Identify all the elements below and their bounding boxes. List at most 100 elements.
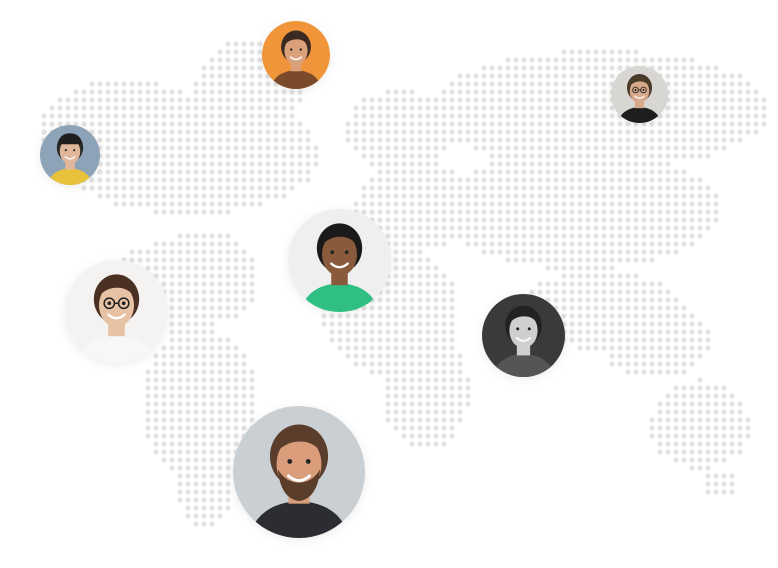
- map-dot: [641, 361, 647, 367]
- map-dot: [681, 393, 687, 399]
- map-dot: [513, 201, 519, 207]
- map-dot: [625, 185, 631, 191]
- map-dot: [713, 113, 719, 119]
- map-dot: [449, 313, 455, 319]
- map-dot: [577, 201, 583, 207]
- map-dot: [537, 145, 543, 151]
- map-dot: [697, 393, 703, 399]
- map-dot: [729, 441, 735, 447]
- map-dot: [681, 177, 687, 183]
- map-dot: [593, 113, 599, 119]
- map-dot: [577, 193, 583, 199]
- map-dot: [681, 457, 687, 463]
- map-dot: [449, 137, 455, 143]
- map-dot: [561, 113, 567, 119]
- map-dot: [641, 177, 647, 183]
- map-dot: [257, 65, 263, 71]
- map-dot: [529, 209, 535, 215]
- map-dot: [401, 89, 407, 95]
- map-dot: [145, 97, 151, 103]
- map-dot: [513, 233, 519, 239]
- map-dot: [457, 73, 463, 79]
- map-dot: [361, 185, 367, 191]
- map-dot: [225, 353, 231, 359]
- map-dot: [521, 105, 527, 111]
- map-dot: [561, 177, 567, 183]
- map-dot: [273, 89, 279, 95]
- map-dot: [673, 313, 679, 319]
- map-dot: [609, 145, 615, 151]
- map-dot: [441, 401, 447, 407]
- map-dot: [585, 225, 591, 231]
- map-dot: [137, 113, 143, 119]
- map-dot: [153, 201, 159, 207]
- map-dot: [689, 353, 695, 359]
- map-dot: [193, 473, 199, 479]
- map-dot: [617, 217, 623, 223]
- map-dot: [169, 113, 175, 119]
- map-dot: [177, 337, 183, 343]
- map-dot: [169, 89, 175, 95]
- map-dot: [449, 113, 455, 119]
- map-dot: [457, 121, 463, 127]
- map-dot: [281, 89, 287, 95]
- map-dot: [233, 273, 239, 279]
- map-dot: [737, 409, 743, 415]
- map-dot: [593, 305, 599, 311]
- map-dot: [217, 281, 223, 287]
- map-dot: [465, 177, 471, 183]
- map-dot: [225, 177, 231, 183]
- map-dot: [225, 497, 231, 503]
- map-dot: [217, 209, 223, 215]
- map-dot: [593, 185, 599, 191]
- map-dot: [249, 129, 255, 135]
- map-dot: [641, 129, 647, 135]
- map-dot: [441, 113, 447, 119]
- map-dot: [433, 273, 439, 279]
- map-dot: [665, 321, 671, 327]
- map-dot: [505, 113, 511, 119]
- map-dot: [385, 137, 391, 143]
- map-dot: [393, 113, 399, 119]
- map-dot: [585, 273, 591, 279]
- map-dot: [193, 113, 199, 119]
- map-dot: [673, 97, 679, 103]
- map-dot: [409, 289, 415, 295]
- map-dot: [697, 153, 703, 159]
- map-dot: [177, 361, 183, 367]
- map-dot: [385, 297, 391, 303]
- map-dot: [633, 241, 639, 247]
- map-dot: [689, 233, 695, 239]
- map-dot: [601, 305, 607, 311]
- map-dot: [585, 137, 591, 143]
- map-dot: [217, 465, 223, 471]
- map-dot: [145, 81, 151, 87]
- map-dot: [169, 313, 175, 319]
- map-dot: [249, 113, 255, 119]
- map-dot: [137, 137, 143, 143]
- map-dot: [417, 369, 423, 375]
- map-dot: [161, 425, 167, 431]
- map-dot: [585, 297, 591, 303]
- map-dot: [97, 113, 103, 119]
- map-dot: [353, 137, 359, 143]
- map-dot: [593, 209, 599, 215]
- map-dot: [249, 145, 255, 151]
- map-dot: [369, 329, 375, 335]
- map-dot: [609, 169, 615, 175]
- map-dot: [105, 177, 111, 183]
- map-dot: [633, 321, 639, 327]
- map-dot: [513, 137, 519, 143]
- map-dot: [377, 313, 383, 319]
- map-dot: [705, 201, 711, 207]
- map-dot: [233, 385, 239, 391]
- map-dot: [513, 97, 519, 103]
- map-dot: [209, 89, 215, 95]
- map-dot: [409, 209, 415, 215]
- map-dot: [705, 337, 711, 343]
- map-dot: [281, 161, 287, 167]
- map-dot: [241, 193, 247, 199]
- map-dot: [593, 225, 599, 231]
- map-dot: [561, 161, 567, 167]
- map-dot: [641, 337, 647, 343]
